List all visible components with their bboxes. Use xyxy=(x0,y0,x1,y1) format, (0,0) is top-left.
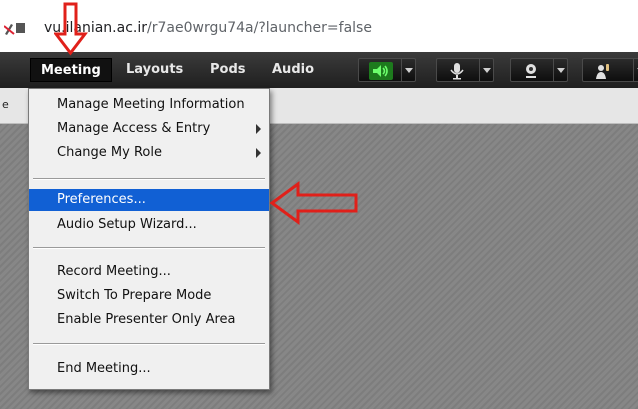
down-arrow-annotation-icon xyxy=(54,2,88,56)
menu-item-change-my-role[interactable]: Change My Role xyxy=(29,142,269,164)
webcam-control[interactable] xyxy=(510,58,568,82)
raise-hand-icon xyxy=(596,64,609,79)
microphone-icon xyxy=(450,63,464,80)
submenu-arrow-icon xyxy=(256,124,261,134)
menu-item-label: Record Meeting... xyxy=(57,264,171,279)
menu-item-label: Preferences... xyxy=(57,192,146,207)
speaker-dropdown-icon[interactable] xyxy=(401,59,415,81)
menu-layouts[interactable]: Layouts xyxy=(116,58,193,82)
menu-item-label: Enable Presenter Only Area xyxy=(57,312,236,327)
webcam-icon xyxy=(526,64,536,78)
menu-item-label: Audio Setup Wizard... xyxy=(57,217,197,232)
menu-audio[interactable]: Audio xyxy=(262,58,324,82)
speaker-icon xyxy=(369,62,393,80)
url-text[interactable]: vu.ilanian.ac.ir/r7ae0wrgu74a/?launcher=… xyxy=(44,20,372,36)
left-arrow-annotation-icon xyxy=(269,181,358,225)
site-permissions-icon[interactable] xyxy=(4,20,26,36)
menu-item-label: Change My Role xyxy=(57,145,162,160)
raise-hand-dropdown-icon[interactable] xyxy=(633,59,638,81)
microphone-dropdown-icon[interactable] xyxy=(479,59,493,81)
menu-separator xyxy=(33,343,265,345)
submenu-arrow-icon xyxy=(256,148,261,158)
menu-item-label: Manage Access & Entry xyxy=(57,121,211,136)
menu-meeting[interactable]: Meeting xyxy=(30,58,112,82)
meeting-menubar: Meeting Layouts Pods Audio xyxy=(0,52,638,88)
menu-item-manage-meeting-information[interactable]: Manage Meeting Information xyxy=(29,94,269,116)
menu-item-manage-access-entry[interactable]: Manage Access & Entry xyxy=(29,118,269,140)
menu-separator xyxy=(33,247,265,249)
menu-item-end-meeting[interactable]: End Meeting... xyxy=(29,358,269,380)
browser-url-bar[interactable]: vu.ilanian.ac.ir/r7ae0wrgu74a/?launcher=… xyxy=(0,0,638,44)
menu-item-enable-presenter-only-area[interactable]: Enable Presenter Only Area xyxy=(29,309,269,331)
webcam-dropdown-icon[interactable] xyxy=(553,59,567,81)
meeting-dropdown-menu: Manage Meeting Information Manage Access… xyxy=(28,88,270,390)
menu-item-preferences[interactable]: Preferences... xyxy=(29,189,269,211)
menu-separator xyxy=(33,178,265,180)
tab-label-fragment: e xyxy=(2,98,9,111)
microphone-control[interactable] xyxy=(436,58,494,82)
menu-pods[interactable]: Pods xyxy=(200,58,256,82)
raise-hand-control[interactable] xyxy=(582,58,638,82)
speaker-control[interactable] xyxy=(358,58,416,82)
menu-item-audio-setup-wizard[interactable]: Audio Setup Wizard... xyxy=(29,214,269,236)
menu-item-label: Manage Meeting Information xyxy=(57,97,245,112)
menu-item-switch-to-prepare-mode[interactable]: Switch To Prepare Mode xyxy=(29,285,269,307)
menu-item-label: Switch To Prepare Mode xyxy=(57,288,212,303)
menu-item-label: End Meeting... xyxy=(57,361,151,376)
menu-item-record-meeting[interactable]: Record Meeting... xyxy=(29,261,269,283)
url-path: /r7ae0wrgu74a/?launcher=false xyxy=(147,20,372,36)
